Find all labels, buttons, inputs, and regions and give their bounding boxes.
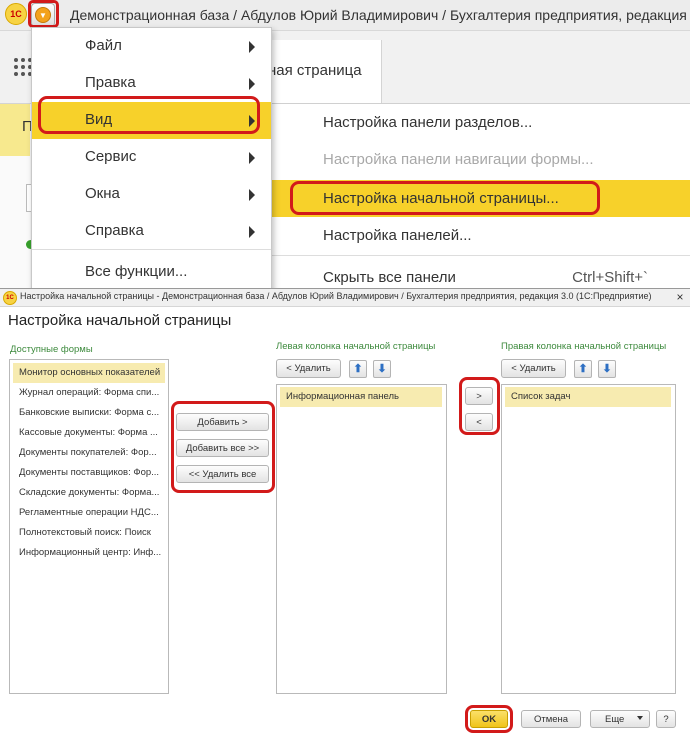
- menu-item-file[interactable]: Файл: [32, 28, 271, 65]
- menu-item-all-functions[interactable]: Все функции...: [32, 254, 271, 288]
- submenu-arrow-icon: [249, 41, 255, 53]
- arrow-up-icon: ⬆: [578, 363, 588, 375]
- cancel-button[interactable]: Отмена: [521, 710, 581, 728]
- arrow-down-icon: ⬇: [602, 363, 612, 375]
- app-title: Демонстрационная база / Абдулов Юрий Вла…: [70, 7, 690, 23]
- dialog-logo-text: 1С: [6, 295, 14, 301]
- menu-item-label: Настройка панелей...: [323, 227, 472, 244]
- menu-item-hide-all-panels[interactable]: Скрыть все панели Ctrl+Shift+`: [270, 259, 690, 288]
- sections-grid-icon[interactable]: [14, 58, 32, 76]
- menu-item-label: Настройка панели разделов...: [323, 114, 533, 131]
- menu-item-label: Окна: [85, 185, 120, 202]
- menu-item-label: Правка: [85, 74, 136, 91]
- help-button[interactable]: ?: [656, 710, 676, 728]
- list-item[interactable]: Регламентные операции НДС...: [13, 503, 165, 523]
- left-column-delete-button[interactable]: < Удалить: [276, 359, 341, 378]
- left-column-title: Левая колонка начальной страницы: [276, 341, 436, 352]
- menu-item-form-nav-panel-settings: Настройка панели навигации формы...: [270, 141, 690, 178]
- submenu-arrow-icon: [249, 152, 255, 164]
- list-item[interactable]: Складские документы: Форма...: [13, 483, 165, 503]
- transfer-buttons-highlight: [171, 401, 275, 493]
- more-button-label: Еще: [605, 713, 625, 725]
- left-column-list[interactable]: Информационная панель: [276, 384, 447, 694]
- list-item[interactable]: Информационная панель: [280, 387, 442, 407]
- arrow-up-icon: ⬆: [353, 363, 363, 375]
- menu-separator: [270, 255, 690, 256]
- ok-button-highlight: [465, 705, 513, 733]
- list-item[interactable]: Кассовые документы: Форма ...: [13, 423, 165, 443]
- menu-item-service[interactable]: Сервис: [32, 139, 271, 176]
- main-menu: Файл Правка Вид Сервис Окна Справка Все …: [31, 27, 272, 288]
- home-page-tab-label: ная страница: [268, 62, 362, 79]
- list-item[interactable]: Информационный центр: Инф...: [13, 543, 165, 563]
- menu-separator: [32, 249, 271, 250]
- available-forms-title: Доступные формы: [10, 344, 93, 355]
- right-column-list[interactable]: Список задач: [501, 384, 676, 694]
- right-column-title: Правая колонка начальной страницы: [501, 341, 667, 352]
- submenu-arrow-icon: [249, 226, 255, 238]
- arrow-down-icon: ⬇: [377, 363, 387, 375]
- list-item[interactable]: Банковские выписки: Форма с...: [13, 403, 165, 423]
- available-forms-list[interactable]: Монитор основных показателей Журнал опер…: [9, 359, 169, 694]
- app-logo-text: 1С: [10, 9, 22, 19]
- list-item[interactable]: Монитор основных показателей: [13, 363, 165, 383]
- left-move-down-button[interactable]: ⬇: [373, 360, 391, 378]
- app-window: 1С ▼ Демонстрационная база / Абдулов Юри…: [0, 0, 690, 288]
- menu-item-label: Файл: [85, 37, 122, 54]
- list-item[interactable]: Журнал операций: Форма спи...: [13, 383, 165, 403]
- dialog-heading: Настройка начальной страницы: [8, 312, 232, 329]
- list-item[interactable]: Документы поставщиков: Фор...: [13, 463, 165, 483]
- list-item[interactable]: Документы покупателей: Фор...: [13, 443, 165, 463]
- menu-item-panels-settings[interactable]: Настройка панелей...: [270, 217, 690, 254]
- submenu-arrow-icon: [249, 78, 255, 90]
- menu-item-label: Скрыть все панели: [323, 269, 456, 286]
- right-move-up-button[interactable]: ⬆: [574, 360, 592, 378]
- submenu-arrow-icon: [249, 189, 255, 201]
- view-item-highlight: [38, 96, 260, 134]
- start-page-item-highlight: [290, 181, 600, 215]
- menu-item-label: Справка: [85, 222, 144, 239]
- chevron-down-icon: [637, 716, 643, 720]
- menu-item-label: Сервис: [85, 148, 137, 165]
- menu-item-shortcut: Ctrl+Shift+`: [572, 269, 648, 286]
- move-buttons-highlight: [459, 377, 500, 435]
- left-move-up-button[interactable]: ⬆: [349, 360, 367, 378]
- more-button[interactable]: Еще: [590, 710, 650, 728]
- close-icon[interactable]: ×: [673, 289, 687, 305]
- menu-button-highlight: [28, 0, 59, 28]
- menu-item-section-panel-settings[interactable]: Настройка панели разделов...: [270, 104, 690, 141]
- list-item[interactable]: Список задач: [505, 387, 671, 407]
- right-column-delete-button[interactable]: < Удалить: [501, 359, 566, 378]
- app-left-area: [0, 156, 30, 288]
- start-page-settings-dialog: 1С Настройка начальной страницы - Демонс…: [0, 288, 690, 736]
- 1c-logo-icon: 1С: [5, 3, 27, 25]
- dialog-window-title: Настройка начальной страницы - Демонстра…: [20, 291, 652, 301]
- menu-item-label: Все функции...: [85, 263, 188, 280]
- list-item[interactable]: Полнотекстовый поиск: Поиск: [13, 523, 165, 543]
- 1c-logo-icon: 1С: [3, 291, 17, 305]
- menu-item-label: Настройка панели навигации формы...: [323, 151, 594, 168]
- menu-item-help[interactable]: Справка: [32, 213, 271, 250]
- right-move-down-button[interactable]: ⬇: [598, 360, 616, 378]
- menu-item-windows[interactable]: Окна: [32, 176, 271, 213]
